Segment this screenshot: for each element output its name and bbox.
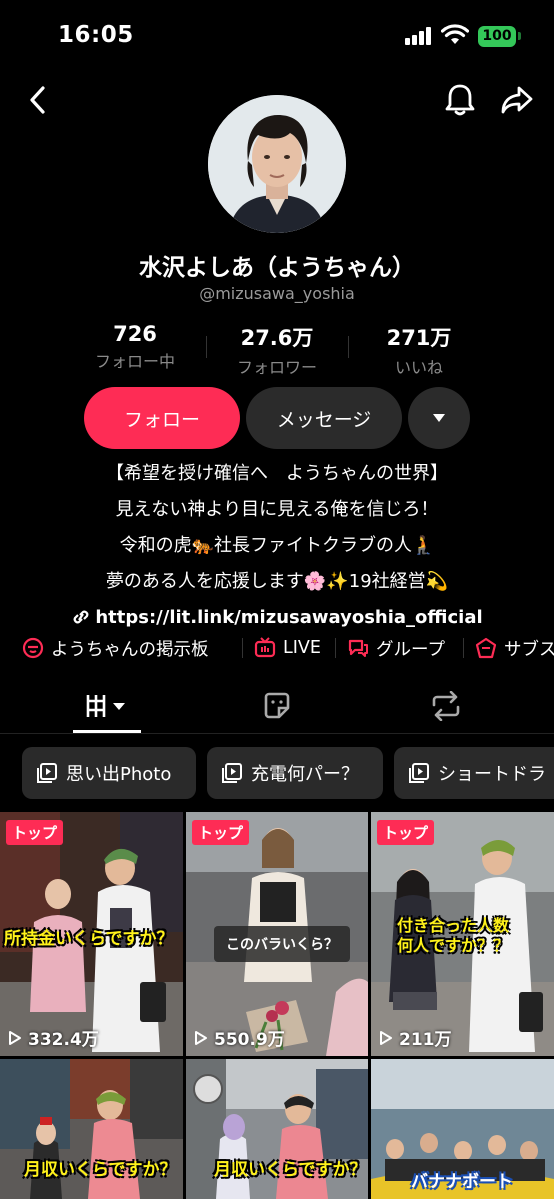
- cellular-signal-icon: [405, 27, 433, 45]
- display-name: 水沢よしあ（ようちゃん）: [139, 255, 415, 281]
- play-icon: [380, 1030, 392, 1045]
- bio-line: 令和の虎🐅社長ファイトクラブの人🧎: [119, 535, 435, 556]
- link-separator: [335, 638, 336, 658]
- link-board[interactable]: ようちゃんの掲示板: [22, 630, 209, 666]
- playlist-icon: [409, 763, 429, 783]
- caret-down-icon: [433, 414, 445, 422]
- bio-link-text: https://lit.link/mizusawayoshia_official: [95, 607, 483, 628]
- link-group[interactable]: グループ: [347, 630, 445, 666]
- stat-likes[interactable]: 271万 いいね: [354, 322, 484, 378]
- profile-actions: フォロー メッセージ: [0, 387, 554, 449]
- top-badge: トップ: [377, 820, 435, 845]
- video-thumbnail[interactable]: 月収いくらですか？: [186, 1059, 368, 1199]
- stat-label: フォロー中: [94, 352, 175, 371]
- follow-button[interactable]: フォロー: [84, 387, 240, 449]
- stat-divider: [348, 336, 349, 358]
- video-thumbnail[interactable]: 月収いくらですか？: [0, 1059, 183, 1199]
- group-chat-icon: [348, 639, 368, 657]
- view-count: 211万: [379, 1025, 452, 1050]
- live-icon: [254, 637, 276, 658]
- video-thumbnail[interactable]: トップ 付き合った人数 何人ですか？？ 211万: [371, 812, 554, 1056]
- tab-sticker[interactable]: [245, 678, 309, 733]
- video-caption: 月収いくらですか？: [214, 1160, 367, 1180]
- stat-followers[interactable]: 27.6万 フォロワー: [212, 322, 342, 378]
- tab-videos[interactable]: [73, 678, 141, 733]
- back-button[interactable]: [18, 80, 58, 120]
- view-count-text: 211万: [399, 1030, 452, 1050]
- stat-value: 27.6万: [240, 326, 314, 350]
- bio-line: 見えない神より目に見える俺を信じろ！: [115, 499, 439, 520]
- link-label: グループ: [376, 639, 445, 660]
- top-badge: トップ: [192, 820, 250, 845]
- video-caption: 付き合った人数 何人ですか？？: [397, 916, 510, 955]
- stat-following[interactable]: 726 フォロー中: [70, 322, 200, 372]
- tab-active-indicator: [73, 730, 141, 733]
- stat-label: いいね: [394, 358, 443, 377]
- playlist-label: ショートドラ: [438, 764, 546, 785]
- battery-indicator: 100: [478, 26, 516, 47]
- play-icon: [9, 1030, 21, 1045]
- video-caption: このバラいくら？: [214, 926, 350, 962]
- playlist-icon: [222, 763, 242, 783]
- play-icon: [195, 1030, 207, 1045]
- repost-icon: [432, 690, 460, 721]
- wifi-icon: [440, 24, 470, 46]
- playlist-label: 充電何パー？: [251, 764, 359, 785]
- playlist-icon: [37, 763, 57, 783]
- link-subscription[interactable]: サブス: [475, 630, 554, 666]
- top-badge: トップ: [6, 820, 64, 845]
- grid-feed-icon: [86, 694, 125, 717]
- bio-line: 夢のある人を応援します🌸✨19社経営💫: [105, 571, 449, 592]
- subscription-icon: [475, 637, 497, 659]
- video-caption: バナナボート: [411, 1172, 513, 1192]
- stat-value: 726: [113, 322, 157, 346]
- link-label: ようちゃんの掲示板: [51, 639, 209, 660]
- video-thumbnail[interactable]: トップ 所持金いくらですか？ 332.4万: [0, 812, 183, 1056]
- view-count-text: 550.9万: [214, 1030, 285, 1050]
- stat-label: フォロワー: [236, 358, 317, 377]
- playlist-row: 思い出Photo 充電何パー？ ショートドラ: [0, 747, 554, 799]
- playlist-chip[interactable]: 思い出Photo: [22, 747, 196, 799]
- message-button[interactable]: メッセージ: [246, 387, 402, 449]
- playlist-chip[interactable]: ショートドラ: [394, 747, 554, 799]
- avatar[interactable]: [208, 95, 346, 233]
- link-separator: [463, 638, 464, 658]
- link-separator: [242, 638, 243, 658]
- view-count: 332.4万: [8, 1025, 99, 1050]
- video-caption: 所持金いくらですか？: [4, 929, 174, 949]
- link-icon: [73, 610, 89, 624]
- video-caption: 月収いくらですか？: [24, 1160, 177, 1180]
- sticker-icon: [264, 692, 290, 718]
- playlist-label: 思い出Photo: [66, 764, 172, 785]
- status-bar: 16:05 100: [0, 0, 554, 70]
- username: @mizusawa_yoshia: [199, 284, 355, 303]
- video-grid: トップ 所持金いくらですか？ 332.4万 トップ このバラいくら？ 550.9…: [0, 812, 554, 1199]
- profile-stats: 726 フォロー中 27.6万 フォロワー 271万 いいね: [0, 322, 554, 377]
- share-button[interactable]: [497, 80, 537, 120]
- battery-tip: [518, 32, 521, 40]
- notification-bell-button[interactable]: [440, 80, 480, 120]
- view-count: 550.9万: [194, 1025, 285, 1050]
- video-thumbnail[interactable]: トップ このバラいくら？ 550.9万: [186, 812, 368, 1056]
- status-time: 16:05: [58, 22, 134, 48]
- chevron-left-icon: [30, 86, 45, 114]
- content-tabs: [0, 678, 554, 734]
- tab-reposts[interactable]: [414, 678, 478, 733]
- board-icon: [22, 637, 44, 659]
- profile-links-row: ようちゃんの掲示板 LIVE グループ サブス: [0, 630, 554, 666]
- share-arrow-icon: [501, 86, 533, 114]
- video-thumbnail[interactable]: バナナボート: [371, 1059, 554, 1199]
- bio-line: 【希望を授け確信へ ようちゃんの世界】: [106, 463, 448, 484]
- bell-icon: [445, 84, 475, 116]
- link-label: LIVE: [283, 638, 321, 658]
- link-live[interactable]: LIVE: [254, 630, 321, 666]
- playlist-chip[interactable]: 充電何パー？: [207, 747, 383, 799]
- more-options-button[interactable]: [408, 387, 470, 449]
- stat-divider: [206, 336, 207, 358]
- view-count-text: 332.4万: [28, 1030, 99, 1050]
- bio: 【希望を授け確信へ ようちゃんの世界】 見えない神より目に見える俺を信じろ！ 令…: [0, 456, 554, 636]
- link-label: サブス: [504, 639, 554, 660]
- stat-value: 271万: [386, 326, 452, 350]
